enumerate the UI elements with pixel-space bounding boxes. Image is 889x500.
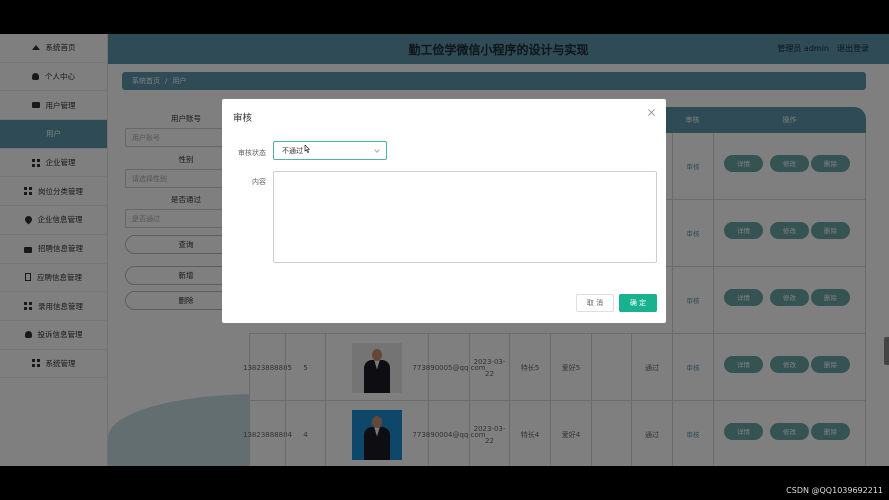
side-scroll-handle[interactable] [884, 337, 889, 365]
audit-status-select[interactable]: 不通过 [273, 141, 387, 160]
content-textarea[interactable] [273, 171, 657, 263]
audit-dialog: 审核 审核状态 不通过 内容 取 消 确 定 [222, 99, 666, 323]
cancel-button[interactable]: 取 消 [576, 294, 614, 312]
app-screen: 系统首页 个人中心 用户管理 用户 企业管理 岗位分类管理 企业信息管理 招聘信… [0, 34, 889, 466]
content-label: 内容 [252, 178, 266, 186]
close-icon[interactable] [647, 108, 656, 117]
audit-status-value: 不通过 [282, 146, 303, 155]
mouse-pointer-icon [304, 145, 310, 153]
dialog-title: 审核 [233, 113, 253, 124]
audit-status-label: 审核状态 [238, 149, 266, 157]
confirm-button[interactable]: 确 定 [619, 294, 657, 312]
watermark: CSDN @QQ1039692211 [786, 486, 883, 495]
chevron-down-icon [374, 147, 380, 153]
